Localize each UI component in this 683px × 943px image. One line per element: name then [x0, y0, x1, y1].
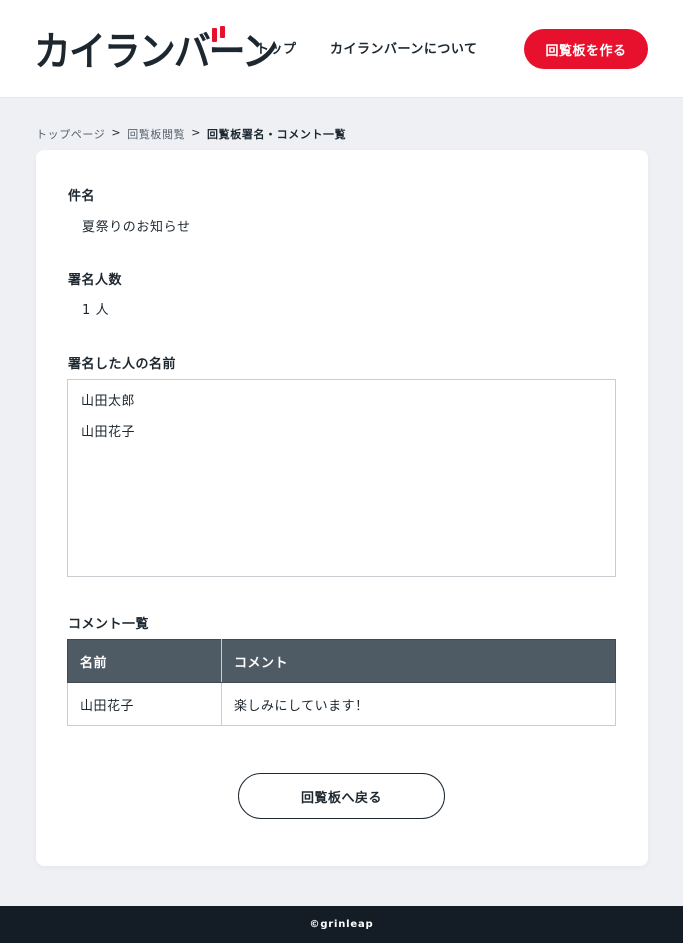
signers-count-value: 1 人: [82, 303, 110, 318]
table-header-row: 名前 コメント: [67, 639, 616, 683]
breadcrumb: トップページ > 回覧板閲覧 > 回覧板署名・コメント一覧: [36, 126, 346, 142]
breadcrumb-separator: >: [191, 126, 202, 139]
signers-count-label: 署名人数: [68, 273, 123, 288]
nav-link-about[interactable]: カイランバーンについて: [330, 38, 477, 57]
logo-accent-mark: [212, 28, 217, 42]
signer-name: 山田太郎: [81, 394, 136, 409]
site-logo[interactable]: カイランバーン: [34, 20, 279, 76]
site-header: カイランバーン トップ カイランバーンについて 回覧板を作る: [0, 0, 683, 98]
breadcrumb-item-top[interactable]: トップページ: [36, 126, 105, 142]
breadcrumb-item-current: 回覧板署名・コメント一覧: [207, 128, 347, 141]
table-row: 山田花子 楽しみにしています！: [67, 682, 616, 726]
back-to-board-button[interactable]: 回覧板へ戻る: [238, 773, 445, 819]
comment-text: 楽しみにしています！: [221, 682, 616, 726]
signers-list: 山田太郎 山田花子: [67, 379, 616, 577]
logo-text: カイランバーン: [34, 29, 279, 75]
signers-label: 署名した人の名前: [68, 357, 177, 372]
comments-heading: コメント一覧: [68, 617, 150, 632]
logo-accent-mark: [220, 26, 225, 38]
breadcrumb-separator: >: [111, 126, 122, 139]
subject-label: 件名: [68, 189, 96, 204]
column-header-name: 名前: [67, 639, 222, 683]
column-header-comment: コメント: [221, 639, 616, 683]
subject-value: 夏祭りのお知らせ: [82, 220, 191, 235]
breadcrumb-item-board[interactable]: 回覧板閲覧: [127, 126, 185, 142]
comments-table: 名前 コメント 山田花子 楽しみにしています！: [67, 639, 616, 726]
nav-link-top[interactable]: トップ: [256, 38, 297, 57]
signer-name: 山田花子: [81, 425, 136, 440]
create-board-button[interactable]: 回覧板を作る: [524, 29, 648, 69]
site-footer: ©grinleap: [0, 906, 683, 943]
copyright-text: ©grinleap: [309, 919, 374, 930]
signature-comment-card: 件名 夏祭りのお知らせ 署名人数 1 人 署名した人の名前 山田太郎 山田花子 …: [36, 150, 648, 866]
comment-author: 山田花子: [67, 682, 222, 726]
